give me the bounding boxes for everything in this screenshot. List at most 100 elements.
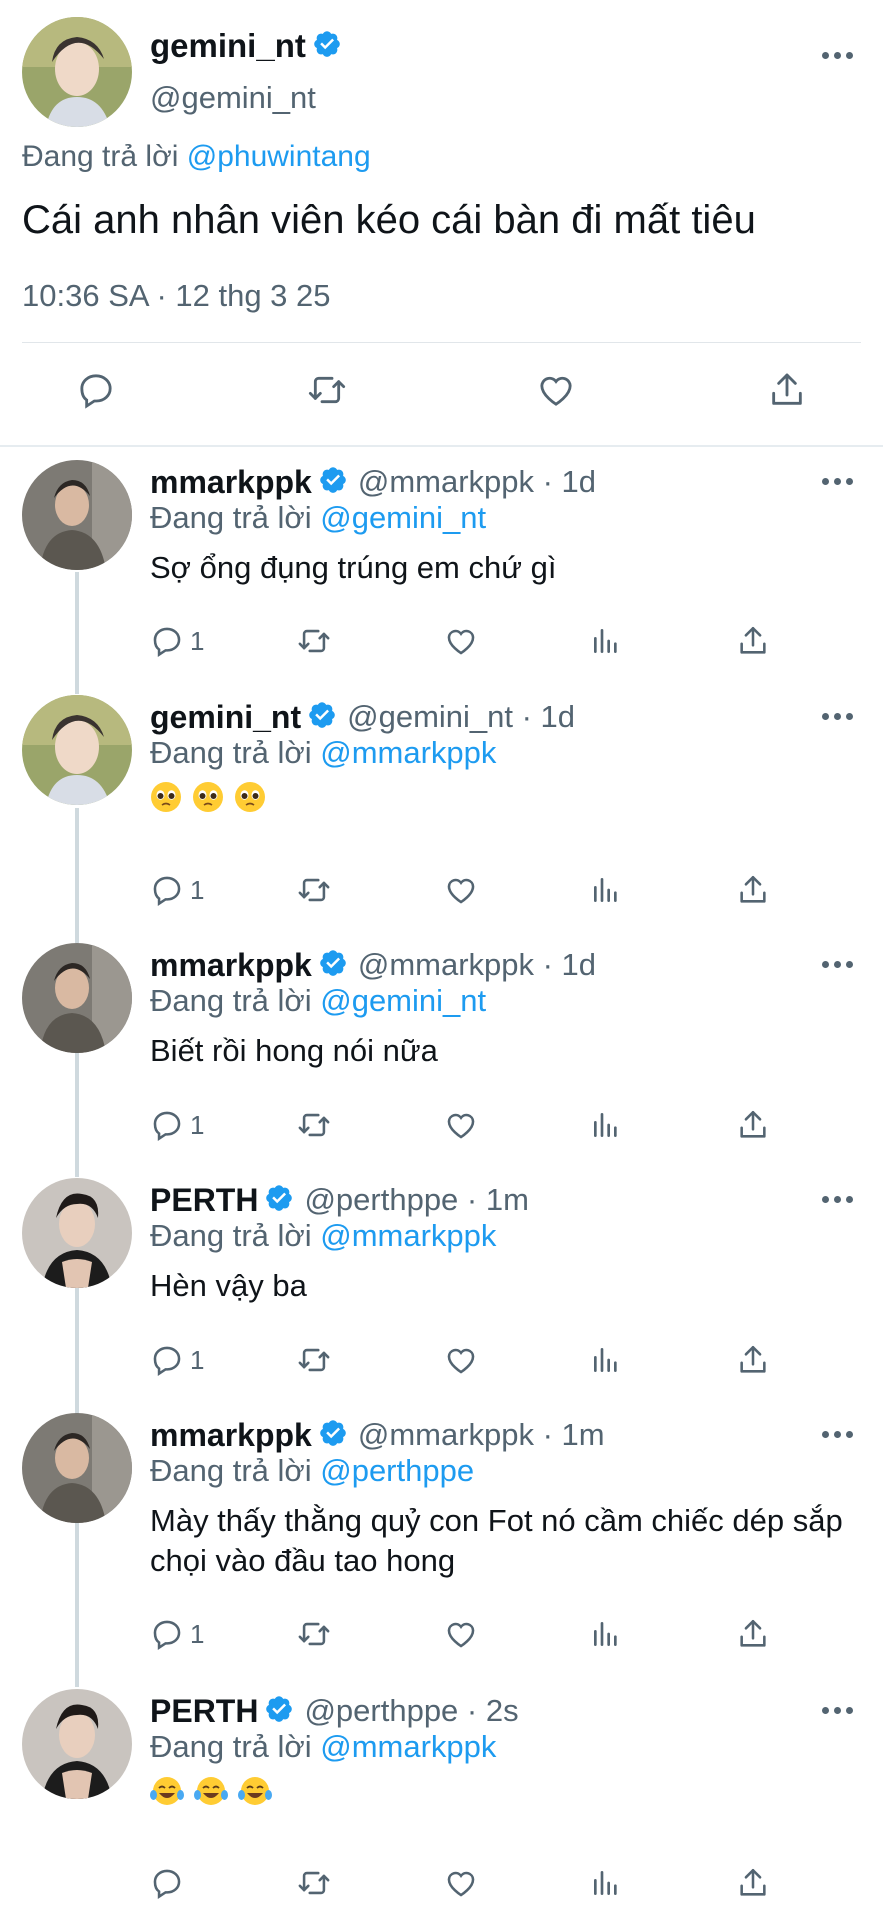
replying-to: Đang trả lời @gemini_nt <box>150 500 486 536</box>
replying-to: Đang trả lời @gemini_nt <box>150 983 486 1019</box>
tears-of-joy-emoji-icon <box>194 1775 228 1812</box>
author-name[interactable]: mmarkppk <box>150 947 312 984</box>
pleading-face-emoji-icon <box>234 781 266 818</box>
reply-button[interactable]: 1 <box>150 1103 204 1147</box>
reply-count: 1 <box>190 874 205 905</box>
replying-prefix: Đang trả lời <box>150 1453 321 1488</box>
reply-button[interactable]: 1 <box>150 868 204 912</box>
replying-prefix: Đang trả lời <box>22 140 187 173</box>
share-icon[interactable] <box>762 365 812 415</box>
share-icon[interactable] <box>736 1103 770 1147</box>
like-icon[interactable] <box>531 365 581 415</box>
avatar-mmarkppk[interactable] <box>22 943 132 1053</box>
more-options-icon[interactable] <box>822 1705 858 1715</box>
replying-mention-link[interactable]: @phuwintang <box>187 140 371 173</box>
reply-tweet[interactable]: PERTH @perthppe · 1m Đang trả lời @mmark… <box>0 1178 883 1398</box>
tweet-timestamp[interactable]: 10:36 SA · 12 thg 3 25 <box>22 278 331 314</box>
replying-mention-link[interactable]: @gemini_nt <box>320 983 486 1018</box>
reply-tweet[interactable]: PERTH @perthppe · 2s Đang trả lời @mmark… <box>0 1689 883 1909</box>
reply-icon[interactable] <box>71 365 121 415</box>
analytics-icon[interactable] <box>590 1103 622 1147</box>
emoji-row <box>150 781 266 818</box>
replying-mention-link[interactable]: @mmarkppk <box>320 1729 496 1764</box>
replying-mention-link[interactable]: @mmarkppk <box>320 735 496 770</box>
retweet-icon[interactable] <box>295 1103 333 1147</box>
replying-to: Đang trả lời @mmarkppk <box>150 1218 496 1254</box>
replying-mention-link[interactable]: @perthppe <box>320 1453 474 1488</box>
analytics-icon[interactable] <box>590 1612 622 1656</box>
author-name[interactable]: mmarkppk <box>150 1417 312 1454</box>
share-icon[interactable] <box>736 619 770 663</box>
retweet-icon[interactable] <box>302 365 352 415</box>
like-icon[interactable] <box>443 1103 479 1147</box>
verified-badge-icon <box>318 948 348 983</box>
replying-to: Đang trả lời @perthppe <box>150 1453 474 1489</box>
tears-of-joy-emoji-icon <box>238 1775 272 1812</box>
main-author[interactable]: gemini_nt <box>150 27 342 65</box>
replying-prefix: Đang trả lời <box>150 1218 321 1253</box>
avatar-mmarkppk[interactable] <box>22 1413 132 1523</box>
verified-badge-icon <box>318 465 348 500</box>
avatar-mmarkppk[interactable] <box>22 460 132 570</box>
reply-header: mmarkppk @mmarkppk · 1d <box>150 460 596 504</box>
avatar-gemini[interactable] <box>22 17 132 127</box>
retweet-icon[interactable] <box>295 619 333 663</box>
like-icon[interactable] <box>443 619 479 663</box>
action-bar: 1 <box>150 1338 850 1382</box>
avatar-perth[interactable] <box>22 1689 132 1799</box>
like-icon[interactable] <box>443 1612 479 1656</box>
author-handle-time[interactable]: @gemini_nt · 1d <box>347 699 575 735</box>
avatar-perth[interactable] <box>22 1178 132 1288</box>
reply-count: 1 <box>190 1618 205 1649</box>
share-icon[interactable] <box>736 1338 770 1382</box>
author-handle-time[interactable]: @perthppe · 1m <box>304 1182 528 1218</box>
analytics-icon[interactable] <box>590 1861 622 1905</box>
author-name[interactable]: gemini_nt <box>150 699 301 736</box>
action-bar: 1 <box>150 619 850 663</box>
verified-badge-icon <box>318 1418 348 1453</box>
author-handle-time[interactable]: @mmarkppk · 1m <box>358 1417 605 1453</box>
author-name[interactable]: gemini_nt <box>150 27 306 65</box>
author-name[interactable]: PERTH <box>150 1693 258 1730</box>
share-icon[interactable] <box>736 1861 770 1905</box>
share-icon[interactable] <box>736 1612 770 1656</box>
share-icon[interactable] <box>736 868 770 912</box>
analytics-icon[interactable] <box>590 619 622 663</box>
retweet-icon[interactable] <box>295 1612 333 1656</box>
analytics-icon[interactable] <box>590 1338 622 1382</box>
author-handle-time[interactable]: @mmarkppk · 1d <box>358 947 596 983</box>
main-action-bar <box>0 365 883 425</box>
more-options-icon[interactable] <box>822 476 858 486</box>
reply-header: PERTH @perthppe · 1m <box>150 1178 529 1222</box>
reply-tweet[interactable]: mmarkppk @mmarkppk · 1d Đang trả lời @ge… <box>0 943 883 1163</box>
like-icon[interactable] <box>443 868 479 912</box>
more-options-icon[interactable] <box>822 959 858 969</box>
reply-tweet[interactable]: mmarkppk @mmarkppk · 1m Đang trả lời @pe… <box>0 1413 883 1673</box>
reply-button[interactable]: 1 <box>150 619 204 663</box>
reply-button[interactable]: 1 <box>150 1612 204 1656</box>
more-options-icon[interactable] <box>822 711 858 721</box>
reply-tweet[interactable]: gemini_nt @gemini_nt · 1d Đang trả lời @… <box>0 695 883 915</box>
author-name[interactable]: PERTH <box>150 1182 258 1219</box>
author-name[interactable]: mmarkppk <box>150 464 312 501</box>
replying-mention-link[interactable]: @gemini_nt <box>320 500 486 535</box>
more-options-icon[interactable] <box>822 1429 858 1439</box>
replying-mention-link[interactable]: @mmarkppk <box>320 1218 496 1253</box>
retweet-icon[interactable] <box>295 1338 333 1382</box>
avatar-gemini[interactable] <box>22 695 132 805</box>
reply-tweet[interactable]: mmarkppk @mmarkppk · 1d Đang trả lời @ge… <box>0 460 883 680</box>
reply-button[interactable] <box>150 1861 190 1905</box>
more-options-icon[interactable] <box>822 1194 858 1204</box>
tweet-text: Cái anh nhân viên kéo cái bàn đi mất tiê… <box>22 198 756 242</box>
retweet-icon[interactable] <box>295 868 333 912</box>
analytics-icon[interactable] <box>590 868 622 912</box>
more-options-icon[interactable] <box>822 50 858 60</box>
like-icon[interactable] <box>443 1338 479 1382</box>
author-handle-time[interactable]: @mmarkppk · 1d <box>358 464 596 500</box>
retweet-icon[interactable] <box>295 1861 333 1905</box>
reply-header: mmarkppk @mmarkppk · 1m <box>150 1413 605 1457</box>
reply-button[interactable]: 1 <box>150 1338 204 1382</box>
author-handle-time[interactable]: @perthppe · 2s <box>304 1693 518 1729</box>
author-handle[interactable]: @gemini_nt <box>150 80 316 116</box>
like-icon[interactable] <box>443 1861 479 1905</box>
